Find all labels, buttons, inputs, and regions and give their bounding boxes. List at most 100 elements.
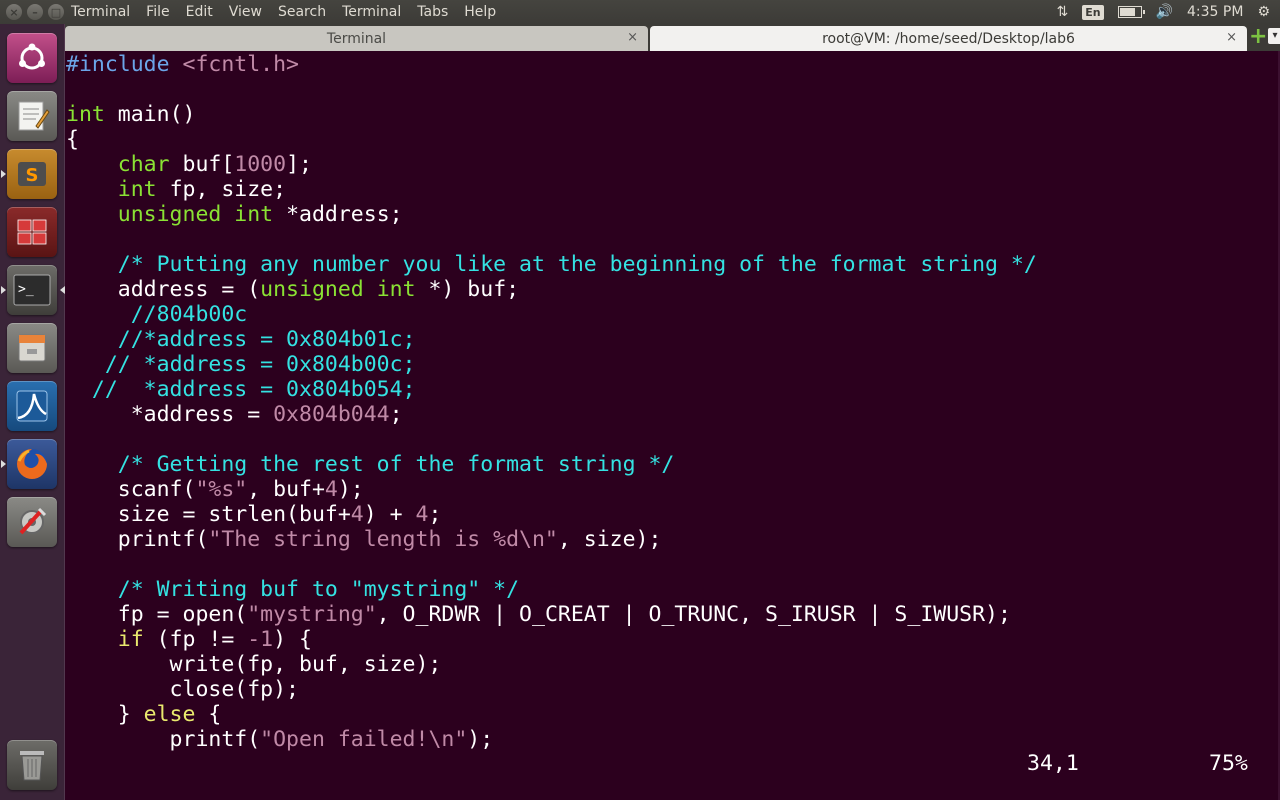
svg-text:S: S (26, 165, 39, 186)
network-updown-icon[interactable]: ⇅ (1056, 4, 1068, 20)
code-line[interactable]: int main() (66, 102, 1037, 127)
code-token: buf[ (169, 152, 235, 177)
code-line[interactable]: int fp, size; (66, 177, 1037, 202)
ubuntu-dash-icon[interactable] (7, 33, 57, 83)
code-token: printf( (66, 527, 209, 552)
menu-search[interactable]: Search (270, 3, 334, 21)
code-line[interactable]: if (fp != -1) { (66, 627, 1037, 652)
wireshark-icon[interactable] (7, 381, 57, 431)
svg-text:>_: >_ (18, 282, 34, 297)
code-line[interactable]: //*address = 0x804b01c; (66, 327, 1037, 352)
running-indicator (1, 170, 6, 178)
menu-bar: Terminal File Edit View Search Terminal … (63, 3, 504, 21)
menu-view[interactable]: View (221, 3, 270, 21)
code-line[interactable]: /* Getting the rest of the format string… (66, 452, 1037, 477)
code-token: "mystring" (247, 602, 377, 627)
code-line[interactable]: } else { (66, 702, 1037, 727)
system-settings-icon[interactable] (7, 497, 57, 547)
text-editor-icon[interactable] (7, 91, 57, 141)
menu-terminal[interactable]: Terminal (334, 3, 409, 21)
code-line[interactable]: write(fp, buf, size); (66, 652, 1037, 677)
new-tab-button[interactable]: + (1249, 26, 1267, 48)
code-line[interactable]: address = (unsigned int *) buf; (66, 277, 1037, 302)
battery-icon[interactable] (1117, 6, 1145, 18)
file-manager-icon[interactable] (7, 323, 57, 373)
vim-buffer[interactable]: #include <fcntl.h> int main(){ char buf[… (66, 52, 1037, 752)
clock[interactable]: 4:35 PM (1187, 4, 1243, 20)
code-line[interactable]: scanf("%s", buf+4); (66, 477, 1037, 502)
battery-level (1119, 8, 1135, 16)
code-line[interactable]: { (66, 127, 1037, 152)
code-token: unsigned (260, 277, 364, 302)
code-token: , buf+ (247, 477, 325, 502)
code-token: "The string length is %d\n" (208, 527, 558, 552)
code-token: main() (104, 102, 196, 127)
minimize-window-button[interactable]: – (27, 4, 43, 20)
code-line[interactable]: printf("Open failed!\n"); (66, 727, 1037, 752)
code-line[interactable] (66, 227, 1037, 252)
code-token: size = strlen(buf+ (66, 502, 351, 527)
terminal-icon[interactable]: >_ (7, 265, 57, 315)
code-line[interactable]: char buf[1000]; (66, 152, 1037, 177)
keyboard-layout-indicator[interactable]: En (1082, 4, 1104, 20)
code-token: , size); (557, 527, 662, 552)
close-tab-icon[interactable]: × (627, 30, 638, 45)
volume-icon[interactable]: 🔊 (1156, 4, 1173, 20)
code-token: 4 (350, 502, 364, 527)
tab-bar: Terminal × root@VM: /home/seed/Desktop/l… (65, 24, 1280, 51)
code-line[interactable]: // *address = 0x804b054; (66, 377, 1037, 402)
tab-terminal[interactable]: Terminal × (65, 26, 648, 51)
menu-terminal-app[interactable]: Terminal (63, 3, 138, 21)
menu-help[interactable]: Help (456, 3, 504, 21)
code-line[interactable]: /* Putting any number you like at the be… (66, 252, 1037, 277)
code-token: ; (389, 402, 403, 427)
code-token: /* Getting the rest of the format string… (117, 452, 675, 477)
code-token: unsigned (117, 202, 222, 227)
code-token: ]; (286, 152, 312, 177)
menu-edit[interactable]: Edit (178, 3, 221, 21)
code-line[interactable]: printf("The string length is %d\n", size… (66, 527, 1037, 552)
gear-icon[interactable]: ⚙ (1257, 4, 1270, 20)
code-line[interactable]: //804b00c (66, 302, 1037, 327)
code-token: /* Putting any number you like at the be… (117, 252, 1037, 277)
close-tab-icon[interactable]: × (1226, 30, 1237, 45)
close-window-button[interactable]: × (6, 4, 22, 20)
code-line[interactable]: fp = open("mystring", O_RDWR | O_CREAT |… (66, 602, 1037, 627)
cursor-position: 34,1 (1027, 751, 1079, 776)
code-line[interactable]: #include <fcntl.h> (66, 52, 1037, 77)
code-line[interactable]: close(fp); (66, 677, 1037, 702)
code-line[interactable]: // *address = 0x804b00c; (66, 352, 1037, 377)
maximize-window-button[interactable]: □ (48, 4, 64, 20)
tab-lab6[interactable]: root@VM: /home/seed/Desktop/lab6 × (650, 26, 1247, 51)
code-token: ) { (273, 627, 312, 652)
tab-title: root@VM: /home/seed/Desktop/lab6 (822, 30, 1075, 47)
sublime-text-icon[interactable]: S (7, 149, 57, 199)
code-token: ; (428, 502, 442, 527)
terminal-view[interactable]: #include <fcntl.h> int main(){ char buf[… (65, 51, 1280, 800)
code-line[interactable]: unsigned int *address; (66, 202, 1037, 227)
code-token: { (195, 702, 222, 727)
tab-list-button[interactable]: ▾ (1268, 28, 1280, 44)
firefox-icon[interactable] (7, 439, 57, 489)
code-line[interactable]: /* Writing buf to "mystring" */ (66, 577, 1037, 602)
code-token: "%s" (195, 477, 248, 502)
code-line[interactable]: *address = 0x804b044; (66, 402, 1037, 427)
code-line[interactable]: size = strlen(buf+4) + 4; (66, 502, 1037, 527)
code-token: /* Writing buf to "mystring" */ (117, 577, 520, 602)
code-line[interactable] (66, 427, 1037, 452)
menu-tabs[interactable]: Tabs (409, 3, 456, 21)
code-token: printf( (66, 727, 261, 752)
menu-file[interactable]: File (138, 3, 177, 21)
code-token: ); (467, 727, 494, 752)
workspace-switcher-icon[interactable] (7, 207, 57, 257)
scroll-percent: 75% (1209, 751, 1248, 776)
code-line[interactable] (66, 552, 1037, 577)
trash-icon[interactable] (7, 740, 57, 790)
code-line[interactable] (66, 77, 1037, 102)
